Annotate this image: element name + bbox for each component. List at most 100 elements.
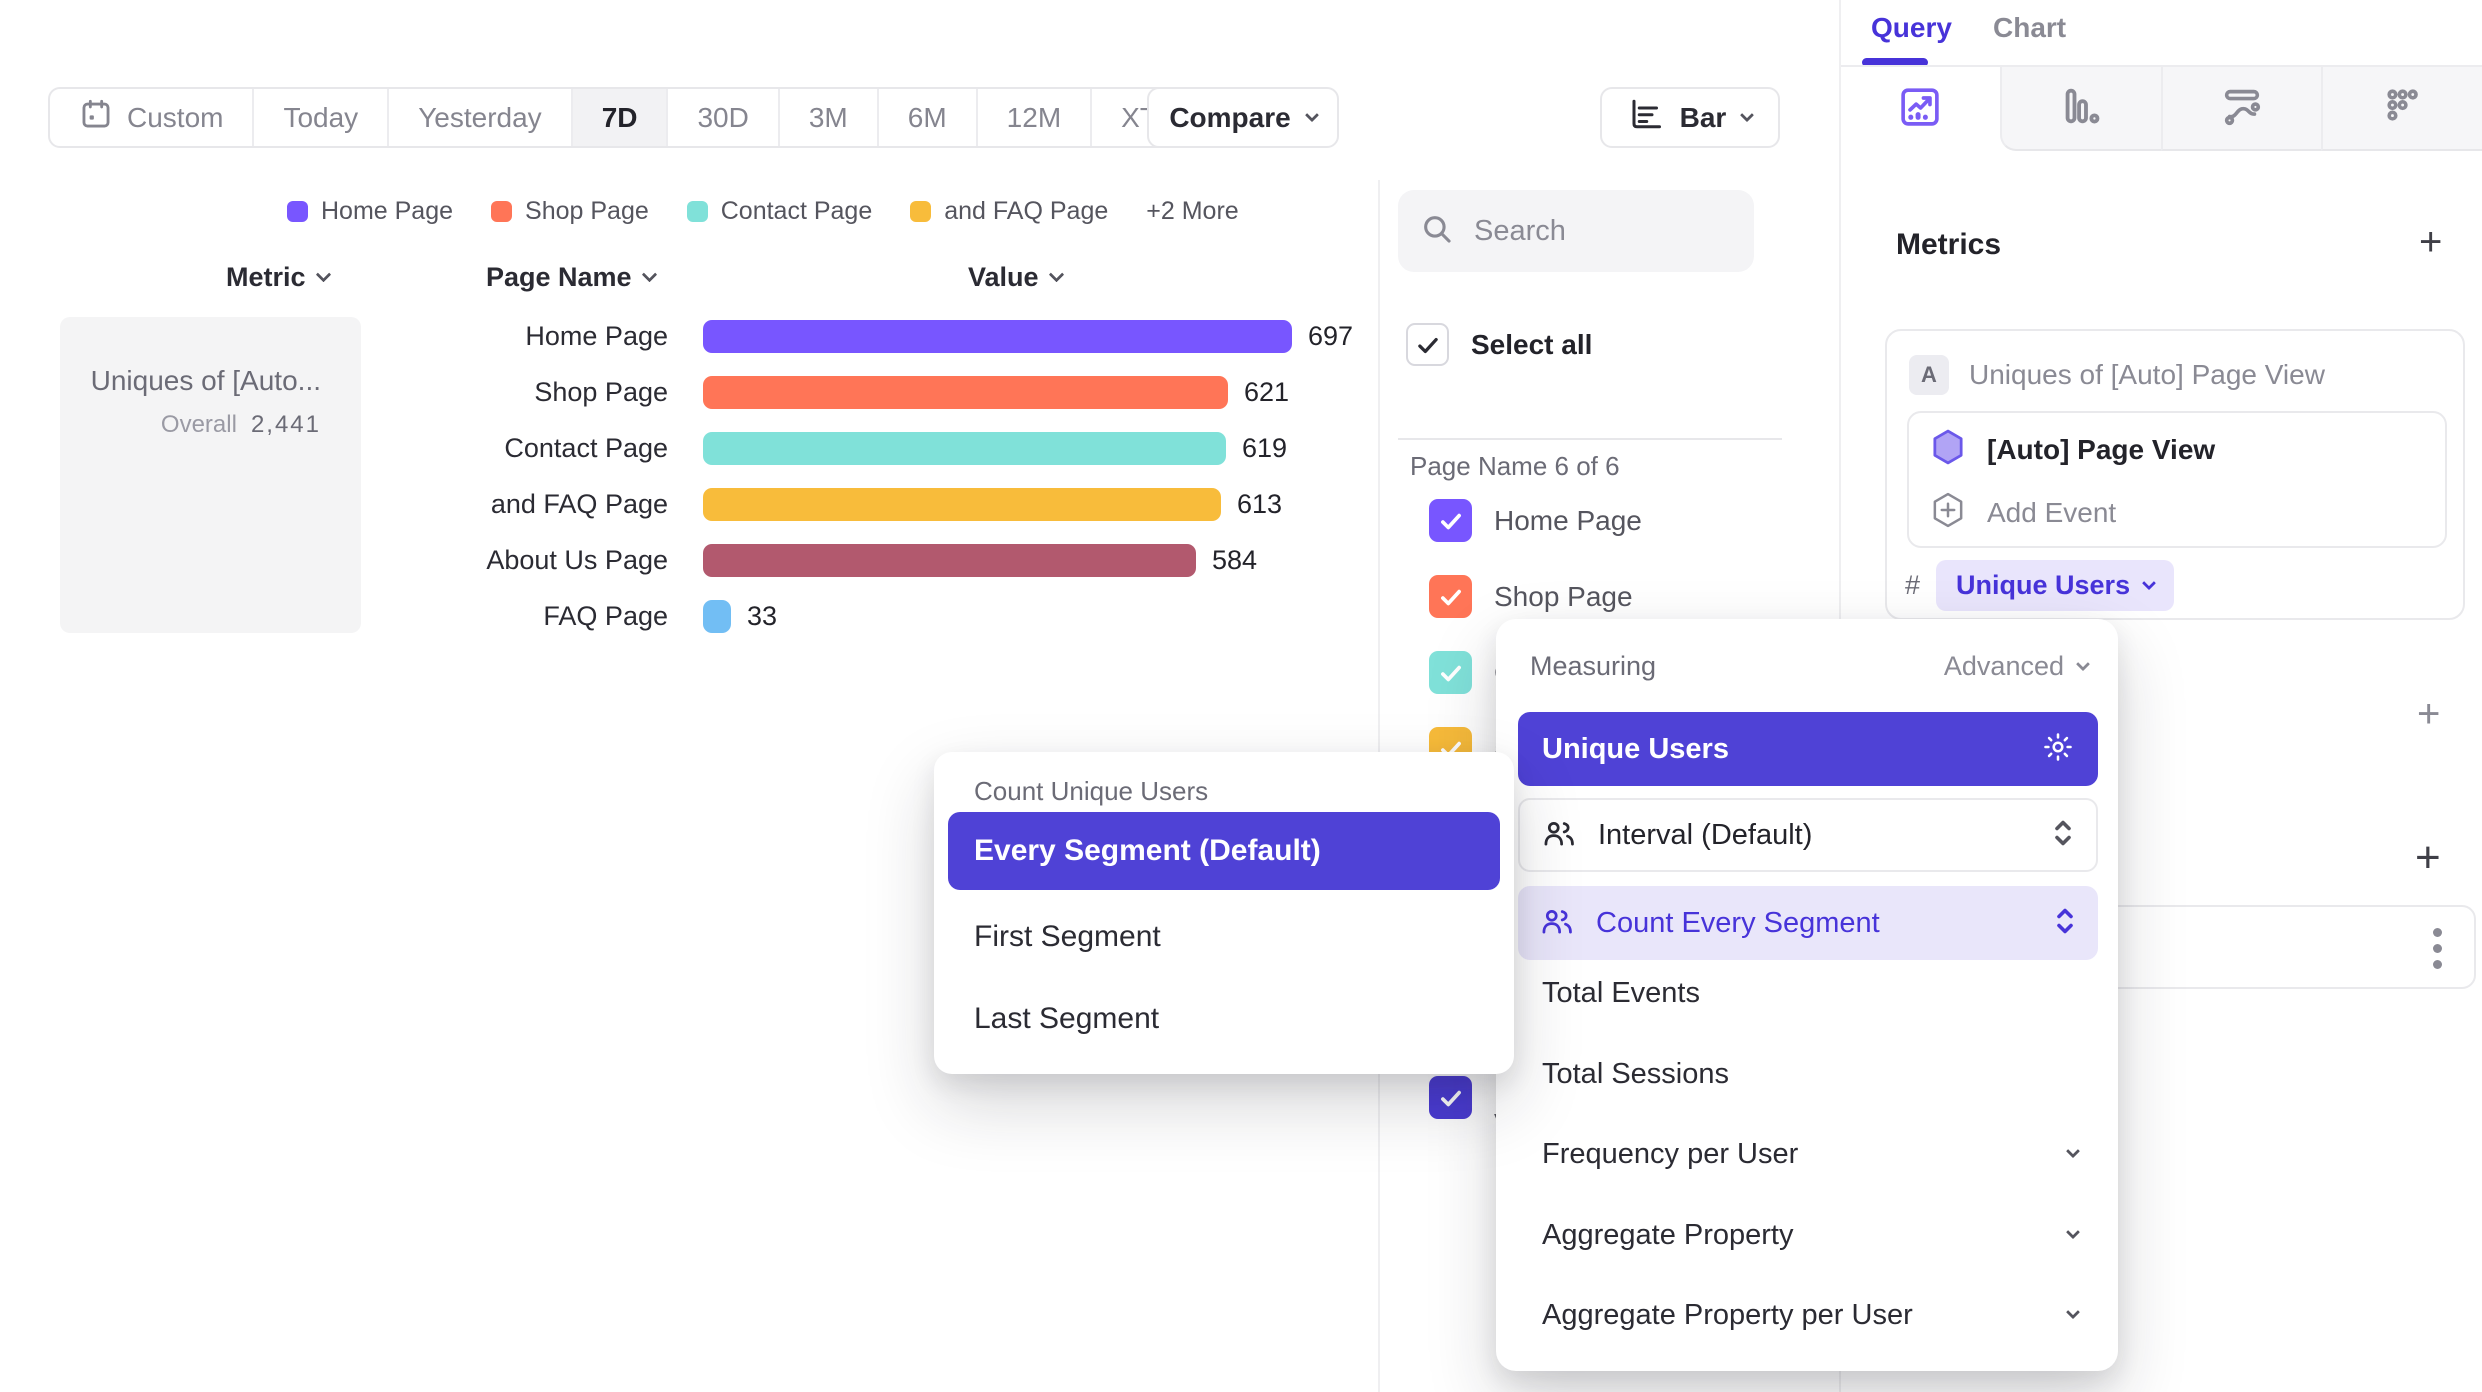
metric-card-title: Uniques of [Auto] Page View: [1969, 359, 2325, 391]
segment-label: Shop Page: [1494, 581, 1633, 613]
segment-checkbox[interactable]: [1429, 651, 1472, 694]
legend-item[interactable]: Home Page: [287, 197, 453, 226]
add-filter-button[interactable]: +: [2417, 694, 2440, 734]
legend-more[interactable]: +2 More: [1146, 197, 1238, 226]
legend-item[interactable]: and FAQ Page: [910, 197, 1108, 226]
tab-funnels[interactable]: [2000, 67, 2161, 151]
measuring-option[interactable]: Total Events: [1542, 971, 2078, 1015]
bar[interactable]: [703, 544, 1196, 577]
select-all-checkbox[interactable]: [1406, 323, 1449, 366]
count-unique-users-menu: Count Unique Users Every Segment (Defaul…: [934, 752, 1514, 1074]
chevron-down-icon: [2066, 1225, 2080, 1239]
calendar-icon: [79, 97, 113, 138]
insights-report-page: Custom Today Yesterday 7D 30D 3M 6M 12M …: [0, 0, 2482, 1392]
date-range-control: Custom Today Yesterday 7D 30D 3M 6M 12M …: [48, 87, 1232, 148]
date-range-12m[interactable]: 12M: [978, 89, 1092, 146]
count-every-segment-stepper[interactable]: Count Every Segment: [1518, 886, 2098, 960]
bar-value-label: 697: [1308, 321, 1353, 352]
measuring-option[interactable]: Frequency per User: [1542, 1132, 2078, 1176]
count-type-chip[interactable]: Unique Users: [1936, 560, 2174, 611]
column-header-value[interactable]: Value: [968, 262, 1062, 293]
select-all-row[interactable]: Select all: [1406, 323, 1592, 366]
bar[interactable]: [703, 376, 1228, 409]
search-input[interactable]: [1474, 215, 1714, 248]
segment-checkbox[interactable]: [1429, 575, 1472, 618]
gear-icon[interactable]: [2042, 731, 2074, 768]
tab-query[interactable]: Query: [1871, 12, 1952, 44]
event-card: [Auto] Page View Add Event: [1907, 411, 2447, 548]
bar-row: Contact Page619: [0, 428, 1378, 468]
date-range-custom[interactable]: Custom: [50, 89, 254, 146]
tab-flows[interactable]: [2161, 67, 2322, 151]
column-header-metric[interactable]: Metric: [226, 262, 329, 293]
legend-item[interactable]: Shop Page: [491, 197, 649, 226]
date-range-3m[interactable]: 3M: [780, 89, 879, 146]
segment-group-label: Page Name 6 of 6: [1410, 436, 1810, 496]
bar-category-label: FAQ Page: [330, 601, 668, 632]
kebab-menu-icon[interactable]: [2433, 928, 2442, 969]
metric-summary-card[interactable]: Uniques of [Auto... Overall2,441: [60, 317, 361, 633]
event-hexagon-icon: [1931, 429, 1965, 470]
bar[interactable]: [703, 488, 1221, 521]
bar-row: About Us Page 584: [0, 540, 1378, 580]
segment-checkbox[interactable]: [1429, 499, 1472, 542]
legend-item[interactable]: Contact Page: [687, 197, 873, 226]
metric-card: A Uniques of [Auto] Page View [Auto] Pag…: [1885, 329, 2465, 620]
chart-type-tabs: [1841, 67, 2482, 151]
bar-category-label: and FAQ Page: [330, 489, 668, 520]
event-name: [Auto] Page View: [1987, 434, 2215, 466]
bar[interactable]: [703, 600, 731, 633]
date-range-yesterday[interactable]: Yesterday: [389, 89, 573, 146]
segment-label: Home Page: [1494, 505, 1642, 537]
legend-swatch: [687, 201, 708, 222]
stepper-icon: [2054, 906, 2076, 941]
add-event-row[interactable]: Add Event: [1931, 492, 2445, 533]
compare-button[interactable]: Compare: [1147, 87, 1339, 148]
measuring-option-unique-users[interactable]: Unique Users: [1518, 712, 2098, 786]
funnel-icon: [2058, 83, 2104, 134]
tab-chart[interactable]: Chart: [1993, 12, 2066, 44]
date-range-7d[interactable]: 7D: [573, 89, 669, 146]
measuring-option[interactable]: Total Sessions: [1542, 1052, 2078, 1096]
advanced-dropdown[interactable]: Advanced: [1944, 651, 2088, 682]
tab-retention[interactable]: [2321, 67, 2482, 151]
menu-item-first-segment[interactable]: First Segment: [948, 904, 1500, 970]
bar-value-label: 33: [747, 601, 777, 632]
bar[interactable]: [703, 320, 1292, 353]
segment-checkbox-row[interactable]: Home Page: [1429, 499, 1642, 542]
event-row[interactable]: [Auto] Page View: [1931, 429, 2445, 470]
metrics-heading: Metrics: [1896, 228, 2001, 262]
interval-stepper[interactable]: Interval (Default): [1518, 798, 2098, 872]
search-icon: [1420, 212, 1454, 251]
tab-insights[interactable]: [1841, 67, 2000, 151]
people-icon: [1540, 906, 1574, 941]
horizontal-bar-chart-icon: [1628, 96, 1664, 139]
segment-checkbox-row[interactable]: Shop Page: [1429, 575, 1633, 618]
bar-value-label: 584: [1212, 545, 1257, 576]
bar-value-label: 621: [1244, 377, 1289, 408]
chart-legend: Home Page Shop Page Contact Page and FAQ…: [287, 194, 1239, 228]
legend-swatch: [287, 201, 308, 222]
column-header-page-name[interactable]: Page Name: [486, 262, 655, 293]
measuring-option[interactable]: Aggregate Property per User: [1542, 1293, 2078, 1337]
legend-swatch: [910, 201, 931, 222]
retention-icon: [2380, 83, 2426, 134]
menu-item-last-segment[interactable]: Last Segment: [948, 986, 1500, 1052]
bar-row: FAQ Page 33: [0, 596, 1378, 636]
date-range-30d[interactable]: 30D: [668, 89, 779, 146]
date-range-today[interactable]: Today: [254, 89, 389, 146]
bar-category-label: About Us Page: [330, 545, 668, 576]
metric-series-checkbox[interactable]: [1429, 1076, 1472, 1119]
add-breakdown-button[interactable]: +: [2415, 836, 2441, 880]
stepper-icon: [2052, 818, 2074, 853]
menu-item-every-segment[interactable]: Every Segment (Default): [948, 812, 1500, 890]
chart-type-dropdown[interactable]: Bar: [1600, 87, 1780, 148]
bar-category-label: Home Page: [330, 321, 668, 352]
add-metric-button[interactable]: +: [2419, 222, 2442, 262]
bar[interactable]: [703, 432, 1226, 465]
legend-swatch: [491, 201, 512, 222]
measuring-option[interactable]: Aggregate Property: [1542, 1213, 2078, 1257]
date-range-6m[interactable]: 6M: [879, 89, 978, 146]
chevron-down-icon: [641, 267, 657, 283]
bar-value-label: 619: [1242, 433, 1287, 464]
